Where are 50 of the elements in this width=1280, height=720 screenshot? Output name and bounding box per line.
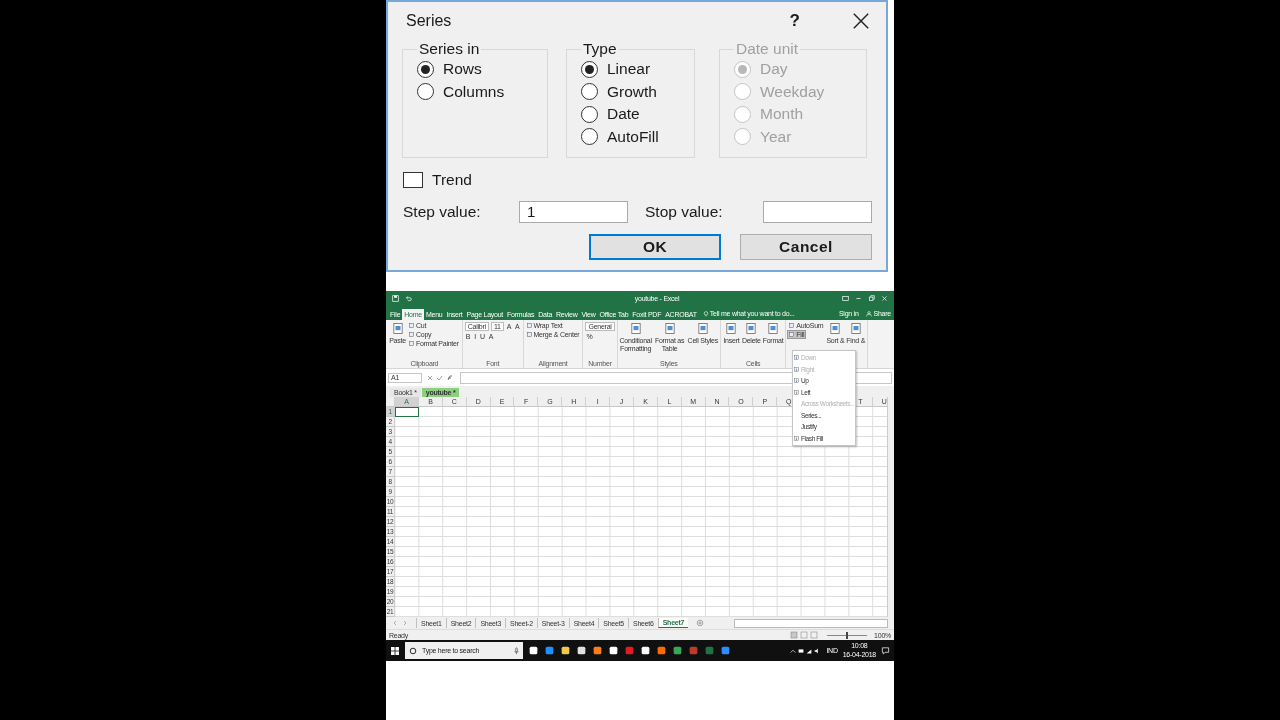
field-label: Stop value: xyxy=(645,203,724,221)
group-title: Type xyxy=(582,40,618,58)
radio-button[interactable] xyxy=(581,128,598,146)
app-icon[interactable] xyxy=(640,645,651,656)
radio-option[interactable]: Date xyxy=(581,103,686,126)
selected-cell[interactable] xyxy=(395,407,419,417)
radio-option[interactable]: Linear xyxy=(581,58,686,81)
radio-option[interactable]: Columns xyxy=(417,80,539,103)
search-icon xyxy=(409,646,417,655)
windows-logo-icon[interactable] xyxy=(390,645,400,656)
app-icon[interactable] xyxy=(592,645,603,656)
help-button[interactable]: ? xyxy=(789,11,800,31)
microphone-icon[interactable] xyxy=(514,646,519,655)
radio-option[interactable]: Growth xyxy=(581,80,686,103)
field-label: Step value: xyxy=(403,203,482,221)
notification-icon[interactable] xyxy=(881,646,890,655)
radio-button[interactable] xyxy=(417,60,434,78)
checkbox[interactable] xyxy=(403,172,423,188)
input-field[interactable]: 1 xyxy=(519,201,628,223)
radio-button[interactable] xyxy=(581,105,598,123)
lightbulb-icon xyxy=(702,311,709,317)
group-title: Series in xyxy=(418,40,481,58)
app-icon[interactable] xyxy=(656,645,667,656)
app-icon[interactable] xyxy=(672,645,683,656)
dialog-title: Series xyxy=(406,12,453,30)
zoom-thumb[interactable] xyxy=(846,631,849,639)
dialog-button[interactable]: Cancel xyxy=(740,234,872,260)
trend-checkbox-option[interactable]: Trend xyxy=(403,170,493,190)
dialog-button[interactable]: OK xyxy=(589,234,721,260)
app-icon[interactable] xyxy=(544,645,555,656)
app-icon[interactable] xyxy=(720,645,731,656)
app-icon[interactable] xyxy=(576,645,587,656)
group-title: Date unit xyxy=(735,40,800,58)
radio-button[interactable] xyxy=(581,60,598,78)
person-icon xyxy=(865,311,872,317)
horizontal-scrollbar[interactable] xyxy=(734,618,888,628)
radio-option[interactable]: Rows xyxy=(417,58,539,81)
radio-option[interactable]: AutoFill xyxy=(581,125,686,148)
undo-icon[interactable] xyxy=(405,294,412,302)
save-icon[interactable] xyxy=(392,294,399,302)
app-icon[interactable] xyxy=(560,645,571,656)
app-icon[interactable] xyxy=(608,645,619,656)
radio-button[interactable] xyxy=(417,83,434,101)
radio-button[interactable] xyxy=(581,83,598,101)
ribbon-options-icon[interactable] xyxy=(842,294,849,302)
close-icon[interactable] xyxy=(852,12,870,30)
cell-grid[interactable] xyxy=(395,407,887,617)
input-field[interactable] xyxy=(763,201,872,223)
app-icon[interactable] xyxy=(528,645,539,656)
restore-icon[interactable] xyxy=(868,294,875,302)
